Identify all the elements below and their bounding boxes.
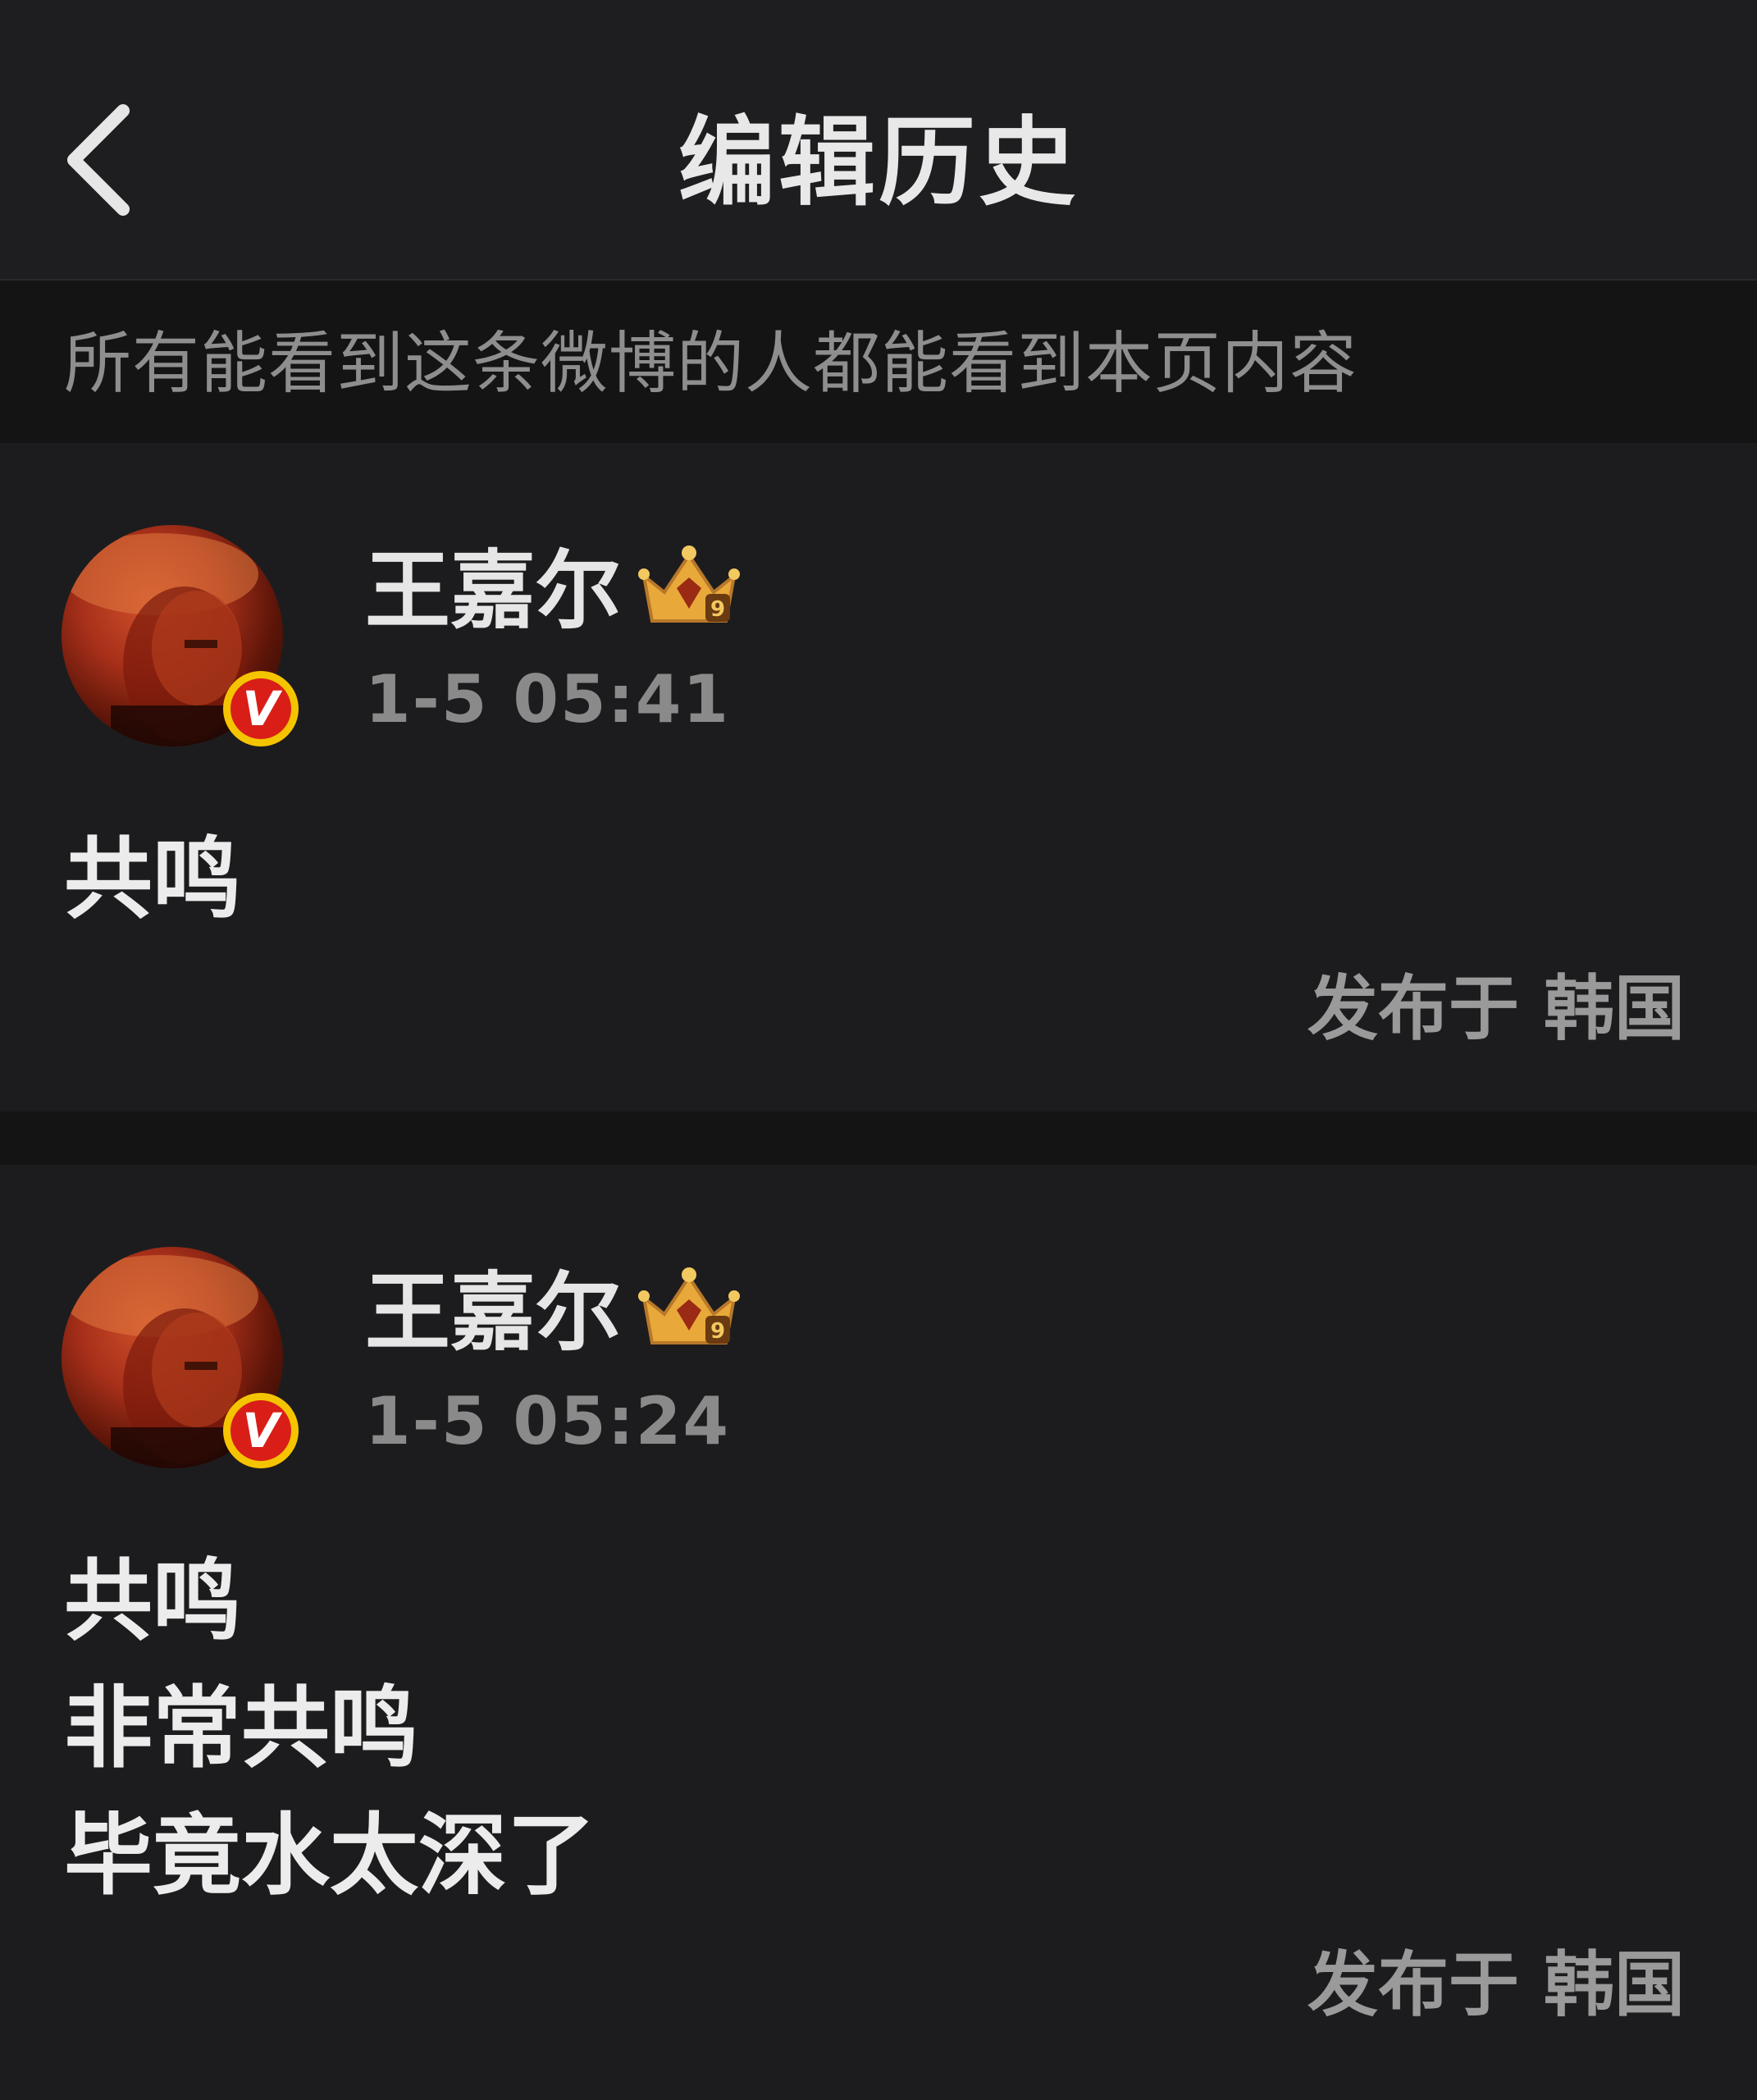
edit-version-card: V 王嘉尔 9 1-5 05:24 共鸣 非常共鸣 毕竟水太深了 发布于 韩国 bbox=[0, 1165, 1757, 2100]
verified-badge: V bbox=[223, 671, 299, 746]
location-label: 发布于 韩国 bbox=[1307, 968, 1685, 1050]
post-line: 非常共鸣 bbox=[64, 1678, 419, 1780]
level-badge-text: 9 bbox=[710, 597, 725, 622]
visibility-notice: 所有能看到这条微博的人都能看到本页内容 bbox=[0, 281, 1757, 443]
username[interactable]: 王嘉尔 bbox=[365, 1263, 621, 1362]
page-title: 编辑历史 bbox=[678, 106, 1079, 219]
location-label: 发布于 韩国 bbox=[1307, 1944, 1685, 2026]
timestamp: 1-5 05:41 bbox=[365, 661, 731, 737]
verified-v-icon: V bbox=[230, 1400, 291, 1461]
timestamp: 1-5 05:24 bbox=[365, 1383, 731, 1459]
post-text: 共鸣 非常共鸣 毕竟水太深了 bbox=[64, 1538, 596, 1920]
nav-bar: 编辑历史 bbox=[0, 0, 1757, 281]
post-text: 共鸣 bbox=[64, 816, 241, 943]
username[interactable]: 王嘉尔 bbox=[365, 541, 621, 640]
level-badge-text: 9 bbox=[710, 1319, 725, 1344]
crown-level-icon: 9 bbox=[636, 1265, 742, 1355]
post-line: 毕竟水太深了 bbox=[64, 1805, 596, 1907]
card-separator bbox=[0, 1112, 1757, 1165]
verified-badge: V bbox=[223, 1393, 299, 1468]
post-line: 共鸣 bbox=[64, 1550, 242, 1653]
edit-version-card: V 王嘉尔 9 1-5 05:41 共鸣 发布于 韩国 bbox=[0, 443, 1757, 1112]
post-line: 共鸣 bbox=[64, 829, 242, 931]
verified-v-icon: V bbox=[230, 678, 291, 739]
crown-level-icon: 9 bbox=[636, 543, 742, 633]
notice-text: 所有能看到这条微博的人都能看到本页内容 bbox=[64, 325, 1358, 403]
